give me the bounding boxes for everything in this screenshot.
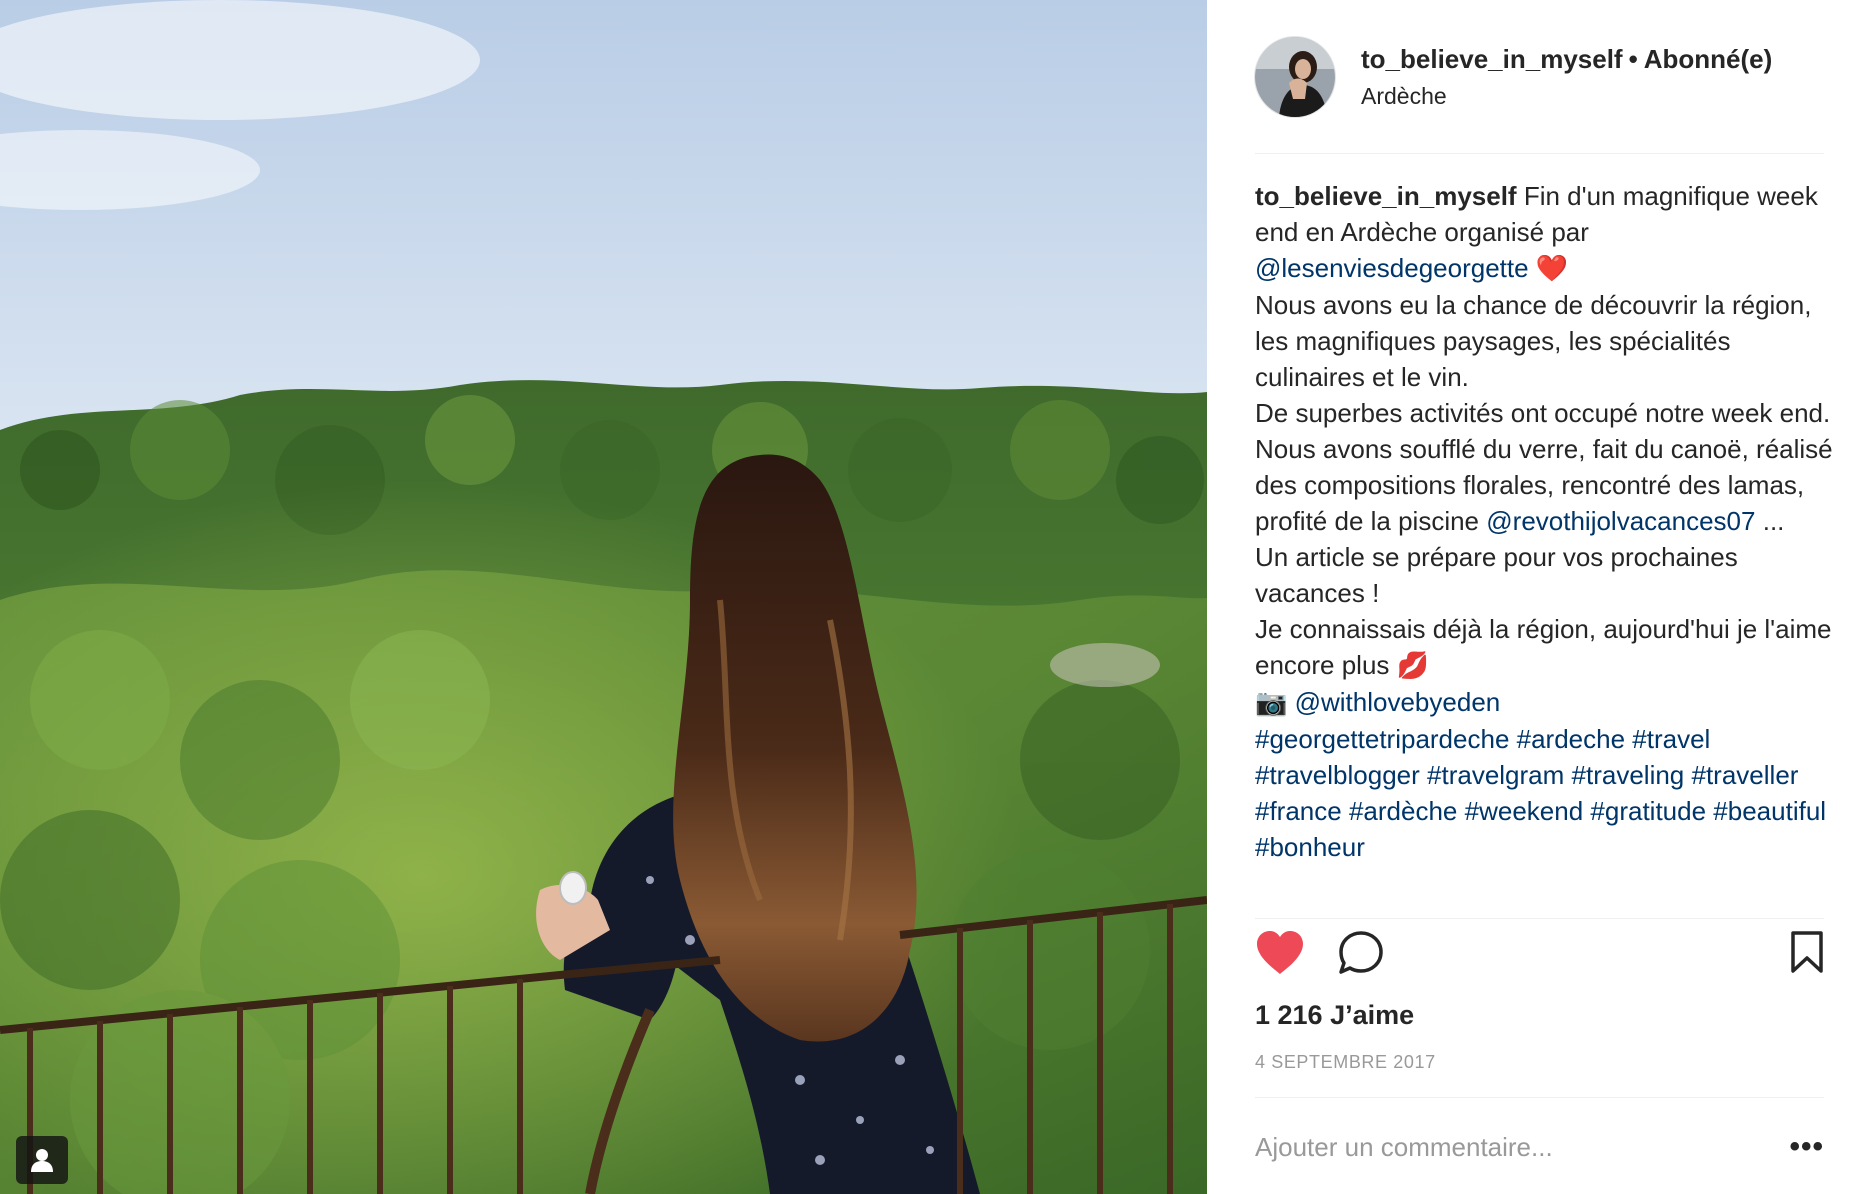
hashtag-link[interactable]: #ardeche xyxy=(1517,724,1625,754)
header-separator: • xyxy=(1628,44,1638,74)
camera-emoji: 📷 xyxy=(1255,688,1288,718)
like-button[interactable] xyxy=(1255,930,1305,981)
caption-text-4: Un article se prépare pour vos prochaine… xyxy=(1255,542,1738,608)
heart-filled-icon xyxy=(1257,931,1303,974)
hashtag-link[interactable]: #georgettetripardeche xyxy=(1255,724,1509,754)
location-link[interactable]: Ardèche xyxy=(1361,83,1772,110)
avatar[interactable] xyxy=(1255,37,1335,117)
actions-divider xyxy=(1255,918,1824,919)
caption-text-5: Je connaissais déjà la région, aujourd'h… xyxy=(1255,614,1832,680)
post-header: to_believe_in_myself • Abonné(e) Ardèche xyxy=(1255,36,1824,118)
hashtag-link[interactable]: #beautiful xyxy=(1713,796,1826,826)
hashtag-link[interactable]: #travel xyxy=(1632,724,1710,754)
comment-form: ••• xyxy=(1255,1120,1824,1174)
bookmark-icon xyxy=(1791,931,1823,973)
user-tag-icon xyxy=(31,1149,53,1172)
landscape-image xyxy=(0,0,1207,1194)
heart-emoji: ❤️ xyxy=(1535,254,1569,284)
hashtag-link[interactable]: #gratitude xyxy=(1590,796,1706,826)
post-date: 4 SEPTEMBRE 2017 xyxy=(1255,1052,1436,1072)
hashtag-link[interactable]: #ardèche xyxy=(1349,796,1457,826)
comment-button[interactable] xyxy=(1337,930,1385,981)
hashtag-list: #georgettetripardeche #ardeche #travel #… xyxy=(1255,721,1838,865)
header-divider xyxy=(1255,153,1824,154)
save-button[interactable] xyxy=(1790,930,1824,979)
hashtag-link[interactable]: #france xyxy=(1255,796,1342,826)
likes-count[interactable]: 1 216 J’aime xyxy=(1255,1000,1414,1031)
action-bar xyxy=(1255,930,1824,984)
caption-ellipsis: ... xyxy=(1762,506,1785,536)
hashtag-link[interactable]: #traveller xyxy=(1692,760,1799,790)
post-side-panel: to_believe_in_myself • Abonné(e) Ardèche t… xyxy=(1207,0,1868,1194)
mention-withlovebyeden[interactable]: @withlovebyeden xyxy=(1295,687,1501,717)
instagram-post: to_believe_in_myself • Abonné(e) Ardèche t… xyxy=(0,0,1868,1194)
hashtag-link[interactable]: #bonheur xyxy=(1255,832,1365,862)
header-username-link[interactable]: to_believe_in_myself xyxy=(1361,44,1623,74)
user-tag-button[interactable] xyxy=(16,1136,68,1184)
comment-divider xyxy=(1255,1097,1824,1098)
caption-text-2: Nous avons eu la chance de découvrir la … xyxy=(1255,290,1812,392)
hashtag-link[interactable]: #traveling xyxy=(1572,760,1685,790)
kiss-emoji: 💋 xyxy=(1396,651,1430,681)
follow-status-button[interactable]: Abonné(e) xyxy=(1644,44,1773,74)
hashtag-link[interactable]: #travelblogger xyxy=(1255,760,1420,790)
hashtag-link[interactable]: #weekend xyxy=(1465,796,1584,826)
more-options-button[interactable]: ••• xyxy=(1789,1130,1824,1164)
post-photo[interactable] xyxy=(0,0,1207,1194)
mention-lesenviesdegeorgette[interactable]: @lesenviesdegeorgette xyxy=(1255,253,1529,283)
post-caption: to_believe_in_myself Fin d'un magnifique… xyxy=(1255,178,1838,910)
caption-username-link[interactable]: to_believe_in_myself xyxy=(1255,181,1517,211)
mention-revothijolvacances07[interactable]: @revothijolvacances07 xyxy=(1486,506,1755,536)
comment-bubble-icon xyxy=(1339,931,1383,974)
comment-input[interactable] xyxy=(1255,1131,1780,1163)
hashtag-link[interactable]: #travelgram xyxy=(1427,760,1564,790)
avatar-image xyxy=(1255,37,1335,117)
